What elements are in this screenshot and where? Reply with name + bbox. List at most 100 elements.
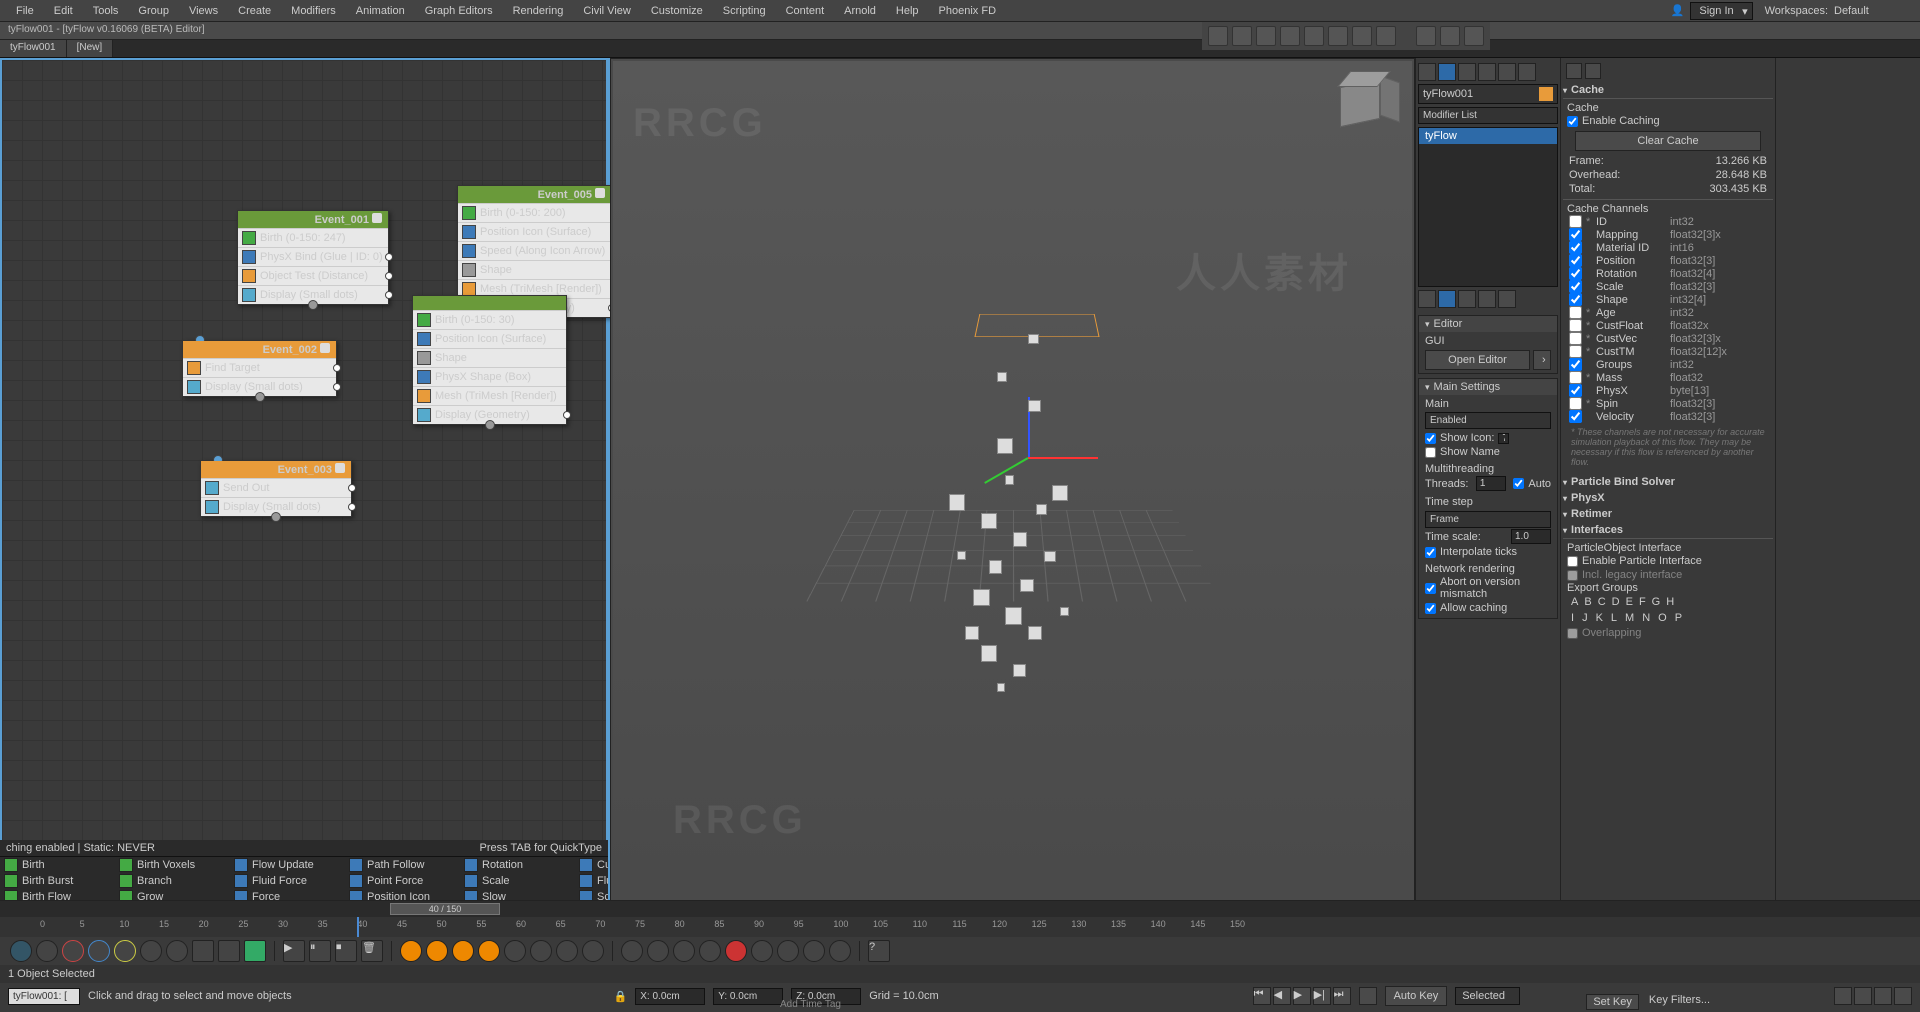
- x-coord[interactable]: X: 0.0cm: [635, 988, 705, 1005]
- icon-size-spinner[interactable]: [1498, 433, 1509, 444]
- vp-tool-icon[interactable]: [1464, 26, 1484, 46]
- node-header[interactable]: Event_005: [458, 186, 611, 203]
- menu-animation[interactable]: Animation: [346, 2, 415, 20]
- cache-header[interactable]: Cache: [1563, 82, 1773, 98]
- utilities-tab-icon[interactable]: [1518, 63, 1536, 81]
- operator-item[interactable]: Rotation: [460, 857, 575, 873]
- tool-icon[interactable]: [621, 940, 643, 962]
- rollout-interfaces[interactable]: Interfaces: [1563, 522, 1773, 538]
- modifier-stack[interactable]: tyFlow: [1418, 127, 1558, 287]
- menu-graph-editors[interactable]: Graph Editors: [415, 2, 503, 20]
- keymode-dropdown[interactable]: Selected: [1455, 987, 1520, 1005]
- op-position-icon[interactable]: Position Icon (Surface): [435, 333, 546, 345]
- operator-item[interactable]: Branch: [115, 873, 230, 889]
- tool-icon[interactable]: [725, 940, 747, 962]
- op-mesh[interactable]: Mesh (TriMesh [Render]): [435, 390, 557, 402]
- menu-phoenix-fd[interactable]: Phoenix FD: [929, 2, 1006, 20]
- op-display[interactable]: Display (Small dots): [223, 501, 321, 513]
- channel-checkbox[interactable]: [1569, 280, 1582, 293]
- keyfilters-link[interactable]: Key Filters...: [1649, 994, 1710, 1010]
- node-event-001[interactable]: Event_001 Birth (0-150: 247) PhysX Bind …: [237, 210, 389, 305]
- menu-create[interactable]: Create: [228, 2, 281, 20]
- stack-item-tyflow[interactable]: tyFlow: [1419, 128, 1557, 144]
- vp-tool-icon[interactable]: [1376, 26, 1396, 46]
- y-coord[interactable]: Y: 0.0cm: [713, 988, 783, 1005]
- threads-spinner[interactable]: [1476, 476, 1506, 491]
- menu-edit[interactable]: Edit: [44, 2, 83, 20]
- rollout-header[interactable]: Main Settings: [1419, 379, 1557, 395]
- menu-file[interactable]: File: [6, 2, 44, 20]
- tool-icon[interactable]: [10, 940, 32, 962]
- menu-civil-view[interactable]: Civil View: [573, 2, 640, 20]
- tool-icon[interactable]: [36, 940, 58, 962]
- menu-customize[interactable]: Customize: [641, 2, 713, 20]
- vp-tool-icon[interactable]: [1232, 26, 1252, 46]
- vp-tool-icon[interactable]: [1328, 26, 1348, 46]
- enable-pi-checkbox[interactable]: [1567, 556, 1578, 567]
- menu-scripting[interactable]: Scripting: [713, 2, 776, 20]
- tool-icon[interactable]: [244, 940, 266, 962]
- tool-icon[interactable]: [530, 940, 552, 962]
- transport-prev[interactable]: ◀: [1273, 987, 1291, 1005]
- transport-play[interactable]: ▶: [1293, 987, 1311, 1005]
- op-position-icon[interactable]: Position Icon (Surface): [480, 226, 591, 238]
- tool-icon[interactable]: [88, 940, 110, 962]
- op-shape[interactable]: Shape: [480, 264, 512, 276]
- operator-item[interactable]: Fluid F: [575, 873, 608, 889]
- channel-checkbox[interactable]: [1569, 397, 1582, 410]
- tool-icon[interactable]: [647, 940, 669, 962]
- maxscript-listener[interactable]: [8, 988, 80, 1005]
- node-header[interactable]: Event_001: [238, 211, 388, 228]
- node-header[interactable]: Event_003: [201, 461, 351, 478]
- operator-item[interactable]: Birth: [0, 857, 115, 873]
- node-event-003[interactable]: Event_003 Send Out Display (Small dots): [200, 460, 352, 517]
- node-event-004[interactable]: Birth (0-150: 30) Position Icon (Surface…: [412, 295, 567, 425]
- node-header[interactable]: Event_002: [183, 341, 336, 358]
- stop-button[interactable]: ⏹: [335, 940, 357, 962]
- timestep-dropdown[interactable]: Frame: [1425, 511, 1551, 528]
- op-display[interactable]: Display (Small dots): [260, 289, 358, 301]
- viewport[interactable]: REDEFINEFX.COM RRCG 人人素材 RRCG: [610, 58, 1415, 1006]
- transport-first[interactable]: ⏮: [1253, 987, 1271, 1005]
- transport-next[interactable]: ▶|: [1313, 987, 1331, 1005]
- fire-icon[interactable]: [478, 940, 500, 962]
- setkey-button[interactable]: Set Key: [1586, 994, 1639, 1010]
- workspaces-dropdown[interactable]: Default: [1834, 5, 1914, 17]
- add-time-tag[interactable]: Add Time Tag: [780, 999, 841, 1010]
- show-name-checkbox[interactable]: [1425, 447, 1436, 458]
- tool-icon[interactable]: [803, 940, 825, 962]
- vp-tool-icon[interactable]: [1416, 26, 1436, 46]
- fire-icon[interactable]: [426, 940, 448, 962]
- channel-checkbox[interactable]: [1569, 215, 1582, 228]
- auto-threads-checkbox[interactable]: [1513, 478, 1524, 489]
- channel-checkbox[interactable]: [1569, 358, 1582, 371]
- op-object-test[interactable]: Object Test (Distance): [260, 270, 368, 282]
- op-find-target[interactable]: Find Target: [205, 362, 260, 374]
- tab-tyflow001[interactable]: tyFlow001: [0, 40, 67, 57]
- play-button[interactable]: ▶: [283, 940, 305, 962]
- cache-icon[interactable]: [1566, 63, 1582, 79]
- menu-help[interactable]: Help: [886, 2, 929, 20]
- op-birth[interactable]: Birth (0-150: 200): [480, 207, 566, 219]
- operator-item[interactable]: Birth Burst: [0, 873, 115, 889]
- timescale-spinner[interactable]: [1511, 529, 1551, 544]
- enabled-dropdown[interactable]: Enabled: [1425, 412, 1551, 429]
- hierarchy-tab-icon[interactable]: [1458, 63, 1476, 81]
- display-tab-icon[interactable]: [1498, 63, 1516, 81]
- operator-item[interactable]: Point Force: [345, 873, 460, 889]
- channel-checkbox[interactable]: [1569, 254, 1582, 267]
- vp-tool-icon[interactable]: [1256, 26, 1276, 46]
- vp-tool-icon[interactable]: [1304, 26, 1324, 46]
- rollout-retimer[interactable]: Retimer: [1563, 506, 1773, 522]
- stack-tool-icon[interactable]: [1458, 290, 1476, 308]
- op-send-out[interactable]: Send Out: [223, 482, 269, 494]
- pause-button[interactable]: ⏸: [309, 940, 331, 962]
- channel-checkbox[interactable]: [1569, 306, 1582, 319]
- tool-icon[interactable]: [582, 940, 604, 962]
- channel-checkbox[interactable]: [1569, 410, 1582, 423]
- tool-icon[interactable]: [556, 940, 578, 962]
- stack-tool-icon[interactable]: [1498, 290, 1516, 308]
- rollout-pbind[interactable]: Particle Bind Solver: [1563, 474, 1773, 490]
- tool-icon[interactable]: [166, 940, 188, 962]
- fire-icon[interactable]: [400, 940, 422, 962]
